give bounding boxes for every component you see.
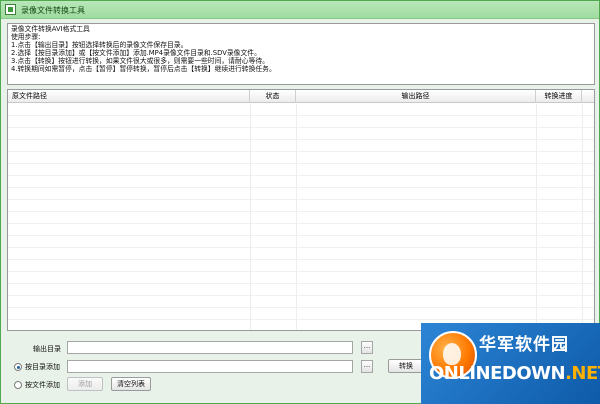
column-header-output-path[interactable]: 输出路径 <box>296 90 536 103</box>
column-divider <box>250 104 251 330</box>
convert-button[interactable]: 转换 <box>388 359 424 373</box>
add-by-dir-browse-button[interactable]: ... <box>361 360 373 373</box>
watermark-cn-text: 华军软件园 <box>479 335 569 355</box>
watermark-en-text-main: ONLINEDOWN <box>429 363 566 384</box>
watermark-en-text-suffix: .NET <box>565 363 600 384</box>
add-by-dir-radio[interactable] <box>14 363 22 371</box>
instruction-line: 录像文件转换AVI格式工具 <box>11 25 90 33</box>
add-by-file-radio[interactable] <box>14 381 22 389</box>
window-title: 录像文件转换工具 <box>21 6 85 15</box>
add-by-dir-field[interactable] <box>67 360 353 373</box>
column-header-progress[interactable]: 转换进度 <box>536 90 582 103</box>
main-window: 录像文件转换工具 录像文件转换AVI格式工具 使用步骤: 1.点击【输出目录】按… <box>0 0 600 404</box>
add-by-file-label[interactable]: 按文件添加 <box>25 380 60 390</box>
column-divider <box>536 104 537 330</box>
column-header-source-path[interactable]: 原文件路径 <box>8 90 250 103</box>
table-header: 原文件路径 状态 输出路径 转换进度 <box>8 90 594 103</box>
title-bar[interactable]: 录像文件转换工具 <box>1 1 599 19</box>
column-divider <box>296 104 297 330</box>
clear-list-button[interactable]: 清空列表 <box>111 377 151 391</box>
site-watermark: 华军软件园 ONLINEDOWN.NET <box>421 323 600 404</box>
output-dir-label: 输出目录 <box>33 345 61 353</box>
output-dir-field[interactable] <box>67 341 353 354</box>
output-dir-browse-button[interactable]: ... <box>361 341 373 354</box>
app-icon <box>5 4 16 15</box>
column-divider <box>582 104 583 330</box>
watermark-en-text: ONLINEDOWN.NET <box>429 363 600 384</box>
instructions-panel: 录像文件转换AVI格式工具 使用步骤: 1.点击【输出目录】按钮选择转换后的录像… <box>7 23 595 85</box>
add-button[interactable]: 添加 <box>67 377 103 391</box>
table-body <box>8 104 594 330</box>
add-by-dir-label[interactable]: 按目录添加 <box>25 362 60 372</box>
file-list-table[interactable]: 原文件路径 状态 输出路径 转换进度 <box>7 89 595 331</box>
column-header-status[interactable]: 状态 <box>250 90 296 103</box>
instruction-line: 4.转换期间如需暂停，点击【暂停】暂停转换，暂停后点击【转换】继续进行转换任务。 <box>11 64 276 73</box>
